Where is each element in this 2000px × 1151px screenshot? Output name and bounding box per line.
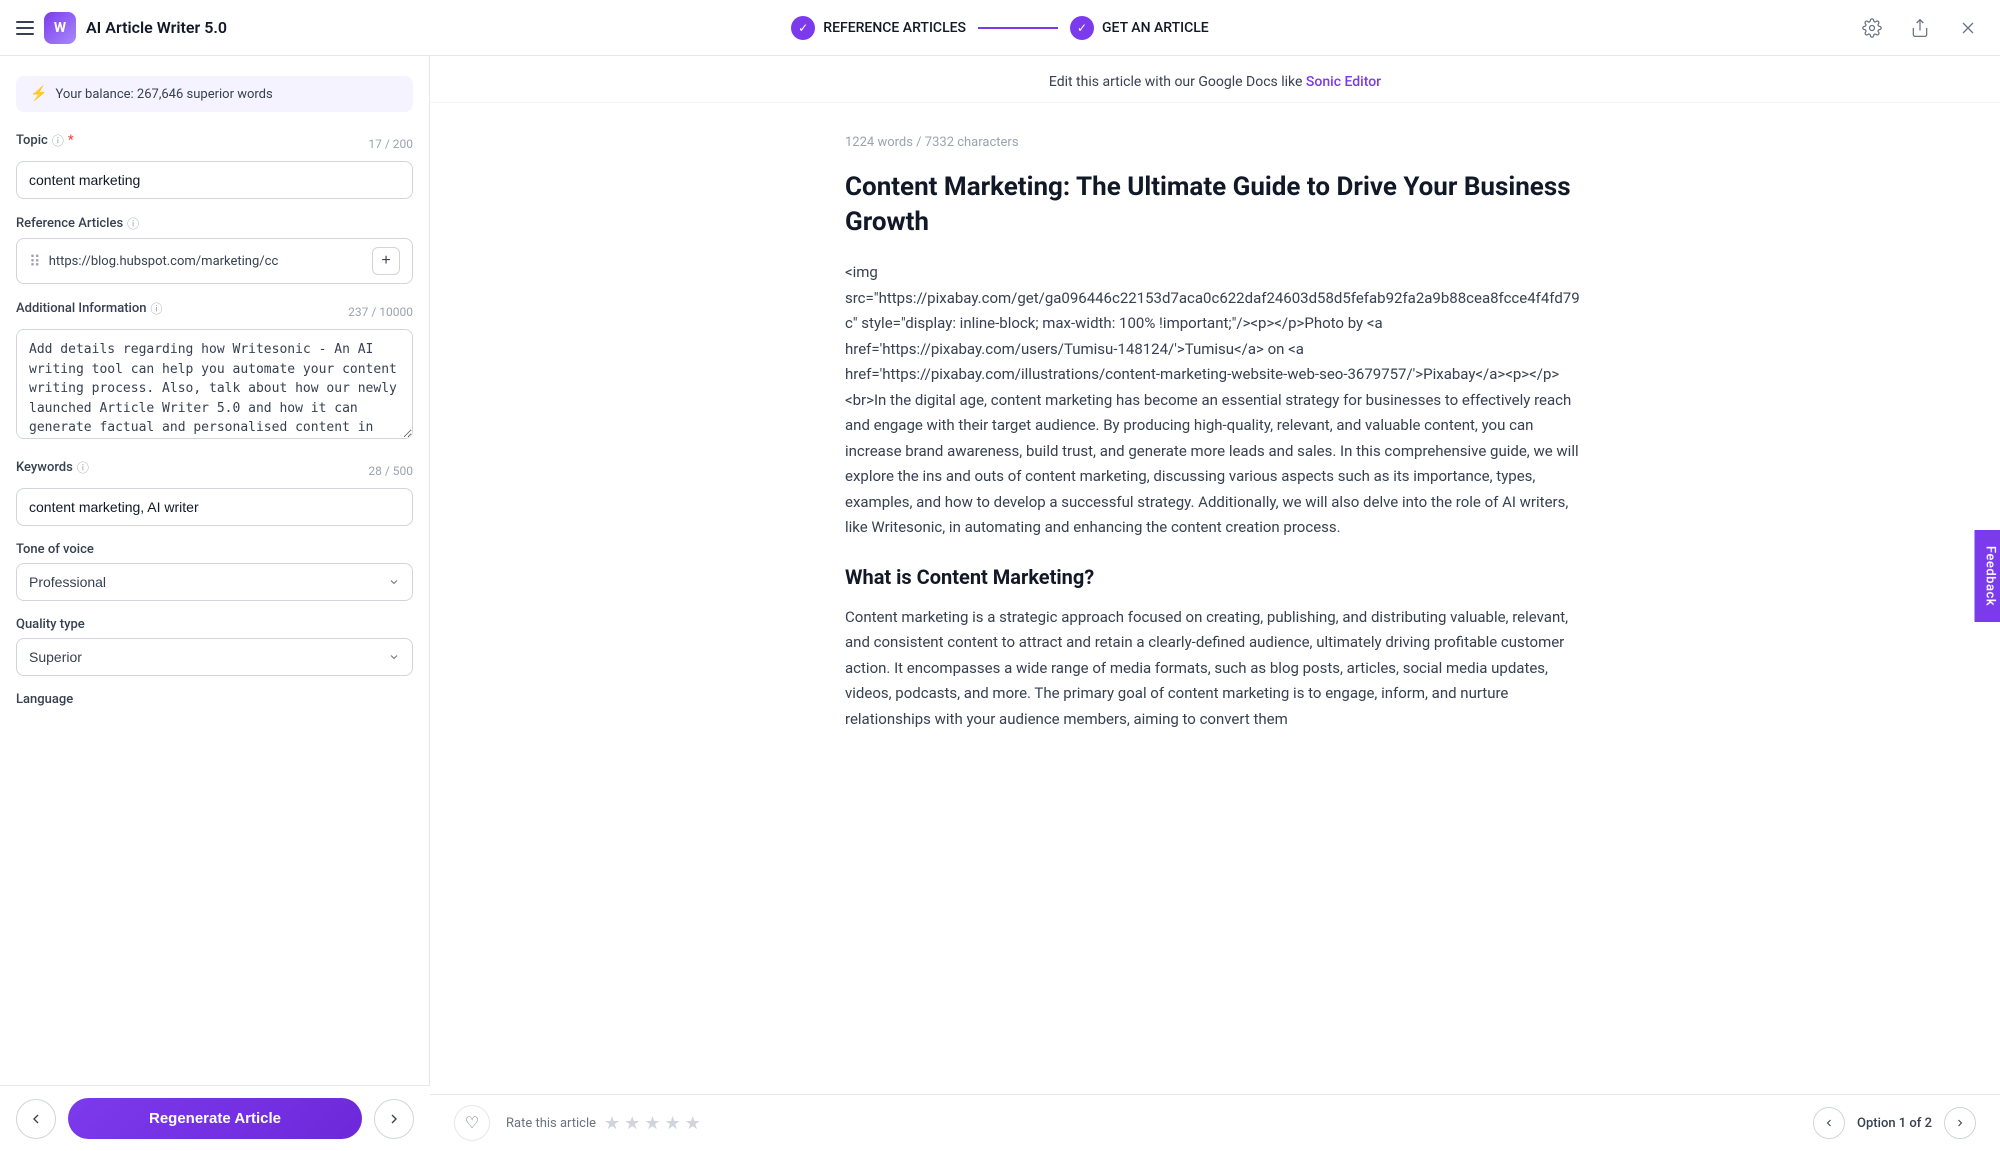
rate-label: Rate this article [506, 1116, 596, 1131]
keywords-label-row: Keywords ⓘ 28 / 500 [16, 459, 413, 482]
quality-select[interactable]: Superior Premium Economy [16, 638, 413, 676]
header-left: W AI Article Writer 5.0 [16, 12, 446, 44]
heart-button[interactable]: ♡ [454, 1105, 490, 1141]
additional-info-counter: 237 / 10000 [348, 305, 413, 319]
topic-info-icon[interactable]: ⓘ [52, 132, 64, 149]
rate-section: Rate this article ★ ★ ★ ★ ★ [506, 1113, 1797, 1134]
option-nav: Option 1 of 2 [1813, 1107, 1976, 1139]
sonic-editor-bar: Edit this article with our Google Docs l… [430, 56, 2000, 103]
article-footer: ♡ Rate this article ★ ★ ★ ★ ★ Option 1 o… [430, 1094, 2000, 1151]
keywords-info-icon[interactable]: ⓘ [77, 459, 89, 476]
step2-label: GET AN ARTICLE [1102, 20, 1209, 36]
additional-info-label-row: Additional Information ⓘ 237 / 10000 [16, 300, 413, 323]
sonic-editor-text: Edit this article with our Google Docs l… [1049, 74, 1303, 90]
step1-label: REFERENCE ARTICLES [823, 20, 966, 36]
share-icon[interactable] [1904, 12, 1936, 44]
topic-input[interactable] [16, 161, 413, 199]
feedback-tab[interactable]: Feedback [1974, 529, 2000, 621]
step2-check-icon: ✓ [1070, 16, 1094, 40]
drag-handle-icon[interactable]: ⠿ [29, 252, 41, 271]
language-label: Language [16, 692, 413, 707]
quality-label: Quality type [16, 617, 413, 632]
ref-info-icon[interactable]: ⓘ [127, 215, 139, 232]
keywords-input[interactable] [16, 488, 413, 526]
header-right [1554, 12, 1984, 44]
tone-select[interactable]: Professional Casual Formal Humorous [16, 563, 413, 601]
balance-text: Your balance: 267,646 superior words [55, 87, 272, 102]
add-reference-button[interactable]: + [372, 247, 400, 275]
header: W AI Article Writer 5.0 ✓ REFERENCE ARTI… [0, 0, 2000, 56]
article-area: Edit this article with our Google Docs l… [430, 56, 2000, 1151]
star-3[interactable]: ★ [644, 1113, 660, 1134]
topic-required: * [68, 133, 74, 148]
sidebar: ⚡ Your balance: 267,646 superior words T… [0, 56, 430, 1151]
header-steps: ✓ REFERENCE ARTICLES ✓ GET AN ARTICLE [446, 16, 1554, 40]
star-4[interactable]: ★ [664, 1113, 680, 1134]
bolt-icon: ⚡ [30, 86, 47, 102]
additional-info-textarea[interactable]: Add details regarding how Writesonic - A… [16, 329, 413, 439]
close-icon[interactable] [1952, 12, 1984, 44]
ref-url-text: https://blog.hubspot.com/marketing/cc [49, 254, 364, 269]
reference-article-row: ⠿ https://blog.hubspot.com/marketing/cc … [16, 238, 413, 284]
article-section1-body: Content marketing is a strategic approac… [845, 605, 1585, 733]
article-img-intro: <img src="https://pixabay.com/get/ga0964… [845, 260, 1585, 541]
article-section1-title: What is Content Marketing? [845, 565, 1585, 589]
keywords-counter: 28 / 500 [368, 464, 413, 478]
additional-info-label: Additional Information ⓘ [16, 300, 162, 317]
topic-label-row: Topic ⓘ * 17 / 200 [16, 132, 413, 155]
balance-bar: ⚡ Your balance: 267,646 superior words [16, 76, 413, 112]
main-layout: ⚡ Your balance: 267,646 superior words T… [0, 56, 2000, 1151]
star-1[interactable]: ★ [604, 1113, 620, 1134]
sidebar-footer: Regenerate Article [0, 1085, 430, 1151]
option-label: Option 1 of 2 [1857, 1116, 1932, 1131]
topic-label: Topic ⓘ * [16, 132, 74, 149]
topic-counter: 17 / 200 [368, 137, 413, 151]
app-logo: W [44, 12, 76, 44]
forward-button[interactable] [374, 1099, 414, 1139]
option-prev-button[interactable] [1813, 1107, 1845, 1139]
additional-info-icon[interactable]: ⓘ [150, 300, 162, 317]
app-title: AI Article Writer 5.0 [86, 18, 227, 37]
step-reference-articles[interactable]: ✓ REFERENCE ARTICLES [791, 16, 966, 40]
option-next-button[interactable] [1944, 1107, 1976, 1139]
tone-label: Tone of voice [16, 542, 413, 557]
menu-icon[interactable] [16, 21, 34, 35]
reference-articles-label: Reference Articles ⓘ [16, 215, 413, 232]
step-connector [978, 27, 1058, 29]
settings-icon[interactable] [1856, 12, 1888, 44]
step-get-article[interactable]: ✓ GET AN ARTICLE [1070, 16, 1209, 40]
sonic-editor-link[interactable]: Sonic Editor [1306, 74, 1381, 90]
article-title: Content Marketing: The Ultimate Guide to… [845, 170, 1585, 240]
star-rating[interactable]: ★ ★ ★ ★ ★ [604, 1113, 701, 1134]
back-button[interactable] [16, 1099, 56, 1139]
article-content: 1224 words / 7332 characters Content Mar… [805, 103, 1625, 788]
regenerate-button[interactable]: Regenerate Article [68, 1098, 362, 1139]
star-2[interactable]: ★ [624, 1113, 640, 1134]
word-count: 1224 words / 7332 characters [845, 135, 1585, 150]
step1-check-icon: ✓ [791, 16, 815, 40]
star-5[interactable]: ★ [685, 1113, 701, 1134]
keywords-label: Keywords ⓘ [16, 459, 89, 476]
